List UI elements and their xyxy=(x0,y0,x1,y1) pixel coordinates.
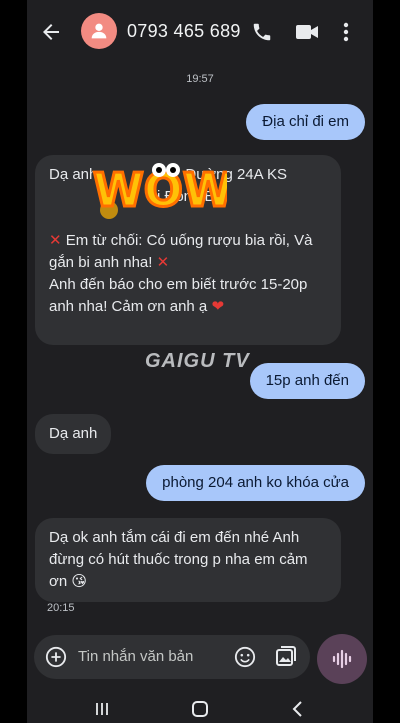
add-icon[interactable] xyxy=(45,646,67,668)
cross-mark-icon: ✕ xyxy=(49,232,62,249)
recent-apps-icon[interactable] xyxy=(95,702,109,716)
message-line: Anh đến báo cho em biết trước 15-20p xyxy=(49,276,308,293)
message-incoming[interactable]: Dạ ok anh tắm cái đi em đến nhé Anh đừng… xyxy=(35,518,341,602)
message-text: Dạ anh xyxy=(49,425,98,442)
phone-frame: 0793 465 689 19:57 Địa chỉ đi em Dạ anh … xyxy=(0,0,400,723)
phone-icon[interactable] xyxy=(251,21,273,43)
message-incoming[interactable]: Dạ anh xyxy=(35,414,112,454)
avatar[interactable] xyxy=(81,13,117,49)
message-text: phòng 204 anh ko khóa cửa xyxy=(162,474,349,491)
message-line: Dạ ok anh tắm cái đi em đến nhé Anh xyxy=(49,529,300,546)
timestamp-top: 19:57 xyxy=(186,73,214,85)
messages-screen: 0793 465 689 19:57 Địa chỉ đi em Dạ anh … xyxy=(27,0,373,723)
message-line: ơn 😘 xyxy=(49,573,87,590)
voice-message-button[interactable] xyxy=(317,634,367,684)
heart-icon: ❤ xyxy=(211,298,225,315)
kiss-emoji-icon: 😘 xyxy=(71,573,87,590)
message-line: gắn bi anh nha! ✕ xyxy=(49,254,170,271)
home-icon[interactable] xyxy=(192,701,208,717)
message-text: 15p anh đến xyxy=(265,372,349,389)
contact-number[interactable]: 0793 465 689 xyxy=(127,21,241,42)
message-line: đừng có hút thuốc trong p nha em cảm xyxy=(49,551,308,568)
timestamp-bottom: 20:15 xyxy=(47,602,75,614)
message-composer[interactable]: Tin nhắn văn bản xyxy=(34,635,310,679)
nav-back-icon[interactable] xyxy=(291,700,303,718)
emoji-icon[interactable] xyxy=(234,646,256,668)
message-text: Địa chỉ đi em xyxy=(262,113,349,130)
system-nav-bar xyxy=(27,690,373,723)
more-vert-icon[interactable] xyxy=(341,20,351,44)
message-outgoing[interactable]: phòng 204 anh ko khóa cửa xyxy=(146,465,365,501)
message-outgoing[interactable]: 15p anh đến xyxy=(249,363,365,399)
back-arrow-icon[interactable] xyxy=(39,20,63,44)
watermark: GAIGU TV xyxy=(145,350,250,372)
person-icon xyxy=(91,23,107,39)
wow-sticker: WOW xyxy=(92,162,227,219)
cross-mark-icon: ✕ xyxy=(156,254,170,271)
message-line: anh nha! Cảm ơn anh ạ ❤ xyxy=(49,298,225,315)
message-outgoing[interactable]: Địa chỉ đi em xyxy=(246,104,365,140)
gallery-icon[interactable] xyxy=(274,645,298,669)
message-input[interactable]: Tin nhắn văn bản xyxy=(78,648,193,665)
video-icon[interactable] xyxy=(295,22,319,42)
message-line: ✕ Em từ chối: Có uống rượu bia rồi, Và xyxy=(49,232,313,249)
voice-wave-icon xyxy=(332,649,352,669)
conversation-header: 0793 465 689 xyxy=(27,8,373,58)
